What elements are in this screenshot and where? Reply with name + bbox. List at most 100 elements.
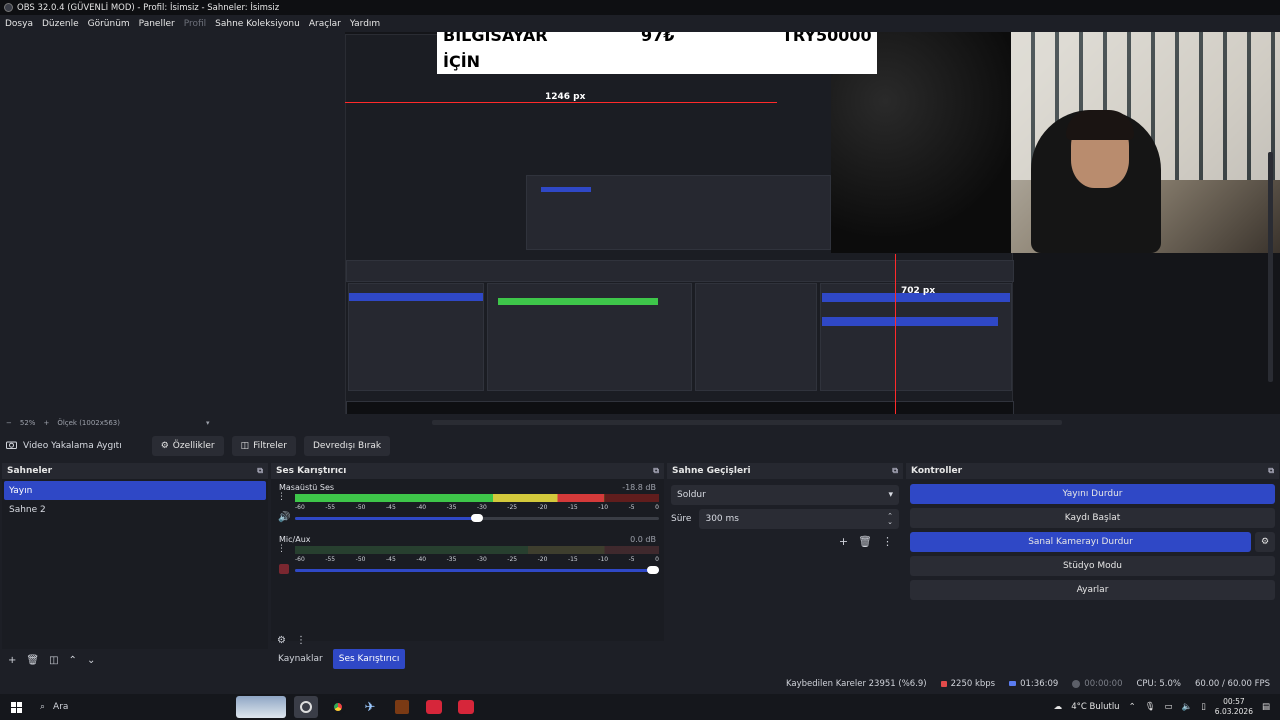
duration-input[interactable]: 300 ms ⌃ ⌄ bbox=[699, 509, 899, 529]
measure-label-height: 702 px bbox=[901, 286, 936, 296]
menu-file[interactable]: Dosya bbox=[5, 19, 33, 29]
windows-logo-icon bbox=[10, 701, 22, 713]
network-icon[interactable]: ▭ bbox=[1164, 702, 1172, 712]
track-menu-icon[interactable]: ⋮ bbox=[277, 545, 286, 554]
bitrate-status: 2250 kbps bbox=[940, 679, 995, 689]
volume-icon[interactable]: 🔈 bbox=[1182, 702, 1193, 712]
measure-line-vertical bbox=[895, 254, 896, 414]
preview-canvas[interactable]: BİLGİSAYAR 97₺ TRY50000 İÇİN 1246 px 702… bbox=[345, 32, 1280, 414]
system-tray: ☁ 4°C Bulutlu ⌃ 🎙 ▭ 🔈 ▯ 00:57 6.03.2026 … bbox=[1054, 697, 1280, 717]
menu-docks[interactable]: Paneller bbox=[139, 19, 175, 29]
tab-audio-mixer[interactable]: Ses Karıştırıcı bbox=[332, 649, 406, 669]
volume-slider[interactable] bbox=[295, 566, 659, 574]
chevron-up-icon[interactable]: ⌃ bbox=[1129, 702, 1136, 712]
settings-button[interactable]: Ayarlar bbox=[910, 580, 1275, 600]
scene-filter-icon[interactable]: ◫ bbox=[49, 655, 58, 666]
spin-icon[interactable]: ⌃ ⌄ bbox=[887, 513, 893, 526]
taskbar-search[interactable]: ⌕ Ara bbox=[32, 696, 232, 718]
add-icon[interactable]: + bbox=[8, 655, 16, 666]
undock-icon[interactable]: ⧉ bbox=[653, 466, 659, 476]
transition-menu-icon[interactable]: ⋮ bbox=[882, 535, 893, 548]
banner-text-4: İÇİN bbox=[443, 52, 481, 71]
duration-label: Süre bbox=[671, 514, 692, 524]
chevron-down-icon: ▾ bbox=[888, 490, 893, 500]
dropped-frames: Kaybedilen Kareler 23951 (%6.9) bbox=[785, 679, 927, 689]
app-red-icon-1[interactable] bbox=[422, 696, 446, 718]
record-icon bbox=[1072, 679, 1081, 688]
track-menu-icon[interactable]: ⋮ bbox=[277, 493, 286, 502]
battery-icon[interactable]: ▯ bbox=[1201, 702, 1206, 712]
obs-taskbar-icon[interactable] bbox=[294, 696, 318, 718]
weather-icon[interactable]: ☁ bbox=[1054, 702, 1063, 712]
stop-virtualcam-button[interactable]: Sanal Kamerayı Durdur bbox=[910, 532, 1251, 552]
preview-vertical-scrollbar[interactable] bbox=[1268, 152, 1273, 382]
add-icon[interactable]: + bbox=[839, 535, 848, 548]
nested-virtualcam bbox=[822, 317, 998, 326]
move-up-icon[interactable]: ⌃ bbox=[69, 655, 77, 666]
scale-select[interactable]: Ölçek (1002x563) bbox=[57, 419, 120, 427]
menu-tools[interactable]: Araçlar bbox=[309, 19, 341, 29]
start-recording-button[interactable]: Kaydı Başlat bbox=[910, 508, 1275, 528]
menu-bar: Dosya Düzenle Görünüm Paneller Profil Sa… bbox=[0, 15, 1280, 32]
trash-icon[interactable]: 🗑 bbox=[26, 655, 39, 666]
obs-logo-icon bbox=[4, 3, 13, 12]
undock-icon[interactable]: ⧉ bbox=[257, 466, 263, 476]
menu-view[interactable]: Görünüm bbox=[88, 19, 130, 29]
gear-icon: ⚙ bbox=[160, 441, 169, 451]
chrome-icon[interactable] bbox=[326, 696, 350, 718]
studio-mode-button[interactable]: Stüdyo Modu bbox=[910, 556, 1275, 576]
menu-edit[interactable]: Düzenle bbox=[42, 19, 79, 29]
chevron-down-icon[interactable]: ▾ bbox=[206, 419, 210, 427]
zoom-in-icon[interactable]: + bbox=[43, 419, 49, 427]
source-toolbar: Video Yakalama Aygıtı ⚙ Özellikler ◫ Fil… bbox=[0, 433, 1280, 459]
stop-stream-button[interactable]: Yayını Durdur bbox=[910, 484, 1275, 504]
filters-button[interactable]: ◫ Filtreler bbox=[231, 436, 296, 456]
cpu-usage: CPU: 5.0% bbox=[1136, 679, 1181, 689]
deactivate-button[interactable]: Devredışı Bırak bbox=[303, 436, 391, 456]
slider-knob[interactable] bbox=[471, 514, 483, 522]
windows-taskbar: ⌕ Ara ✈ ☁ 4°C Bulutlu ⌃ 🎙 ▭ 🔈 ▯ 00:57 6.… bbox=[0, 694, 1280, 720]
menu-scene-collection[interactable]: Sahne Koleksiyonu bbox=[215, 19, 300, 29]
volume-slider[interactable] bbox=[295, 514, 659, 522]
winamp-icon[interactable] bbox=[390, 696, 414, 718]
mixer-menu-icon[interactable]: ⋮ bbox=[296, 635, 306, 646]
search-icon: ⌕ bbox=[40, 702, 46, 712]
mixer-track-mic: Mic/Aux 0.0 dB ⋮ -60 -55 -50 -45 -40 -35 -30 -2… bbox=[277, 535, 659, 587]
tab-sources[interactable]: Kaynaklar bbox=[272, 649, 329, 669]
scene-item-sahne-2[interactable]: Sahne 2 bbox=[4, 500, 266, 519]
widgets-icon[interactable] bbox=[236, 696, 286, 718]
meter-ticks: -60 -55 -50 -45 -40 -35 -30 -25 -20 -15 -10 -5 0 bbox=[295, 556, 659, 563]
volume-meter bbox=[295, 546, 659, 554]
microphone-icon[interactable]: 🎙 bbox=[1145, 702, 1156, 712]
nested-taskbar bbox=[346, 401, 1014, 414]
undock-icon[interactable]: ⧉ bbox=[1268, 466, 1274, 476]
track-name: Mic/Aux bbox=[279, 535, 311, 544]
slider-knob[interactable] bbox=[647, 566, 659, 574]
undock-icon[interactable]: ⧉ bbox=[892, 466, 898, 476]
properties-button[interactable]: ⚙ Özellikler bbox=[151, 436, 224, 456]
controls-dock: Kontroller ⧉ Yayını Durdur Kaydı Başlat … bbox=[906, 463, 1279, 673]
start-button[interactable] bbox=[0, 701, 32, 713]
scenes-dock: Sahneler ⧉ Yayın Sahne 2 + 🗑 ◫ ⌃ ⌄ bbox=[2, 463, 268, 673]
trash-icon[interactable]: 🗑 bbox=[858, 535, 872, 548]
menu-profile: Profil bbox=[183, 18, 207, 29]
clock[interactable]: 00:57 6.03.2026 bbox=[1215, 697, 1253, 717]
nested-toolbar bbox=[346, 260, 1014, 282]
move-down-icon[interactable]: ⌄ bbox=[87, 655, 95, 666]
muted-speaker-icon[interactable] bbox=[279, 564, 289, 574]
steam-icon[interactable]: ✈ bbox=[358, 696, 382, 718]
transitions-body: Soldur ▾ Süre 300 ms ⌃ ⌄ + 🗑 ⋮ bbox=[667, 479, 903, 554]
scene-item-yayin[interactable]: Yayın bbox=[4, 481, 266, 500]
speaker-icon[interactable]: 🔊 bbox=[278, 512, 290, 523]
menu-help[interactable]: Yardım bbox=[350, 19, 380, 29]
source-name-label: Video Yakalama Aygıtı bbox=[23, 441, 122, 451]
app-red-icon-2[interactable] bbox=[454, 696, 478, 718]
notification-icon[interactable]: ▤ bbox=[1262, 702, 1270, 712]
weather-text[interactable]: 4°C Bulutlu bbox=[1071, 702, 1119, 712]
zoom-out-icon[interactable]: − bbox=[6, 419, 12, 427]
transition-select[interactable]: Soldur ▾ bbox=[671, 485, 899, 505]
gear-icon[interactable]: ⚙ bbox=[1255, 532, 1275, 552]
preview-area[interactable]: BİLGİSAYAR 97₺ TRY50000 İÇİN 1246 px 702… bbox=[0, 32, 1280, 425]
advanced-audio-icon[interactable]: ⚙ bbox=[277, 635, 286, 646]
measure-label-width: 1246 px bbox=[545, 92, 586, 102]
